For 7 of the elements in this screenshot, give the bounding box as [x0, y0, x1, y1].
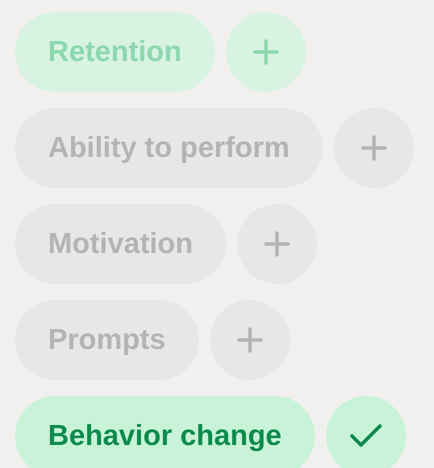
- plus-icon: [360, 135, 387, 161]
- tag-chip[interactable]: Retention: [15, 12, 215, 92]
- tag-chip[interactable]: Behavior change: [15, 396, 315, 468]
- plus-icon: [252, 39, 279, 65]
- plus-icon: [264, 231, 290, 257]
- check-icon: [348, 423, 383, 449]
- plus-icon: [236, 327, 263, 353]
